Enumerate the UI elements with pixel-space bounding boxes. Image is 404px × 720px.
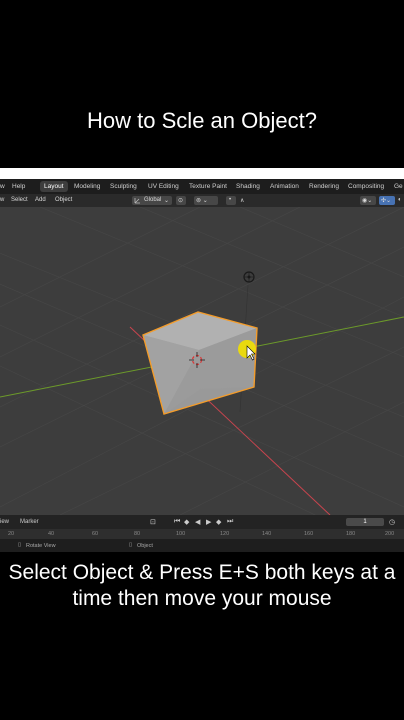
video-title: How to Scle an Object? — [87, 108, 317, 133]
ruler-tick: 80 — [134, 531, 141, 537]
ruler-tick: 180 — [346, 531, 356, 537]
pivot-icon: ⊙ — [178, 198, 184, 204]
ruler-tick: 120 — [220, 531, 230, 537]
keyframe-next-icon[interactable]: ◆ — [216, 518, 221, 526]
title-band: How to Scle an Object? — [0, 0, 404, 168]
tab-rendering[interactable]: Rendering — [309, 183, 339, 190]
menu-view[interactable]: w — [0, 197, 4, 203]
tab-sculpting[interactable]: Sculpting — [110, 183, 137, 190]
overlay-icon[interactable]: ◐ — [398, 197, 402, 203]
proportional-button[interactable]: • — [226, 196, 236, 205]
tab-uv-editing[interactable]: UV Editing — [148, 183, 179, 190]
tab-layout[interactable]: Layout — [40, 181, 68, 192]
gizmo-icon: ✣⌄ — [381, 198, 392, 204]
dot-icon: • — [229, 197, 232, 203]
tab-shading[interactable]: Shading — [236, 183, 260, 190]
orientation-dropdown[interactable]: Global ⌄ — [132, 196, 172, 205]
ruler-tick: 140 — [262, 531, 272, 537]
menu-window[interactable]: w — [0, 183, 5, 190]
top-bar: w Help Layout Modeling Sculpting UV Edit… — [0, 179, 404, 194]
magnet-icon: ⊚ ⌄ — [196, 198, 208, 204]
selected-cube[interactable] — [142, 311, 258, 415]
ruler-tick: 20 — [8, 531, 15, 537]
viewport-canvas[interactable] — [0, 206, 404, 552]
ruler-tick: 40 — [48, 531, 55, 537]
pivot-button[interactable]: ⊙ — [176, 196, 186, 205]
current-frame-field[interactable]: 1 — [346, 518, 384, 526]
orientation-label: Global — [144, 197, 162, 203]
divider — [0, 168, 404, 179]
chevron-down-icon: ⌄ — [164, 198, 170, 204]
play-icon[interactable]: ▶ — [206, 518, 211, 526]
mouse-middle-icon: ▯ — [18, 542, 22, 548]
ruler-tick: 100 — [176, 531, 186, 537]
menu-select[interactable]: Select — [11, 197, 28, 203]
tab-animation[interactable]: Animation — [270, 183, 299, 190]
viewport-header: w Select Add Object Global ⌄ ⊙ ⊚ ⌄ • ∧ ◉… — [0, 194, 404, 207]
hint-rotate-view: Rotate View — [26, 543, 56, 549]
ruler-tick: 60 — [92, 531, 99, 537]
jump-start-icon[interactable]: ⏮ — [174, 518, 180, 526]
reverse-play-icon[interactable]: ◀ — [195, 518, 200, 526]
axes-icon — [134, 198, 140, 204]
jump-end-icon[interactable]: ⏭ — [227, 518, 233, 526]
tab-geometry[interactable]: Ge — [394, 183, 403, 190]
ruler-tick: 160 — [304, 531, 314, 537]
ruler-tick: 200 — [385, 531, 395, 537]
status-bar: ▯ Rotate View ▯ Object — [0, 539, 404, 552]
falloff-icon[interactable]: ∧ — [240, 197, 244, 204]
keyframe-prev-icon[interactable]: ◆ — [184, 518, 189, 526]
timeline-ruler[interactable]: 20 40 60 80 100 120 140 160 180 200 — [0, 529, 404, 539]
snap-button[interactable]: ⊚ ⌄ — [194, 196, 218, 205]
viewport-3d[interactable] — [0, 206, 404, 552]
timeline-header: iew Marker ⊡ ⏮ ◆ ◀ ▶ ◆ ⏭ 1 ◷ — [0, 515, 404, 529]
tab-compositing[interactable]: Compositing — [348, 183, 384, 190]
clock-icon[interactable]: ◷ — [389, 518, 395, 526]
menu-object[interactable]: Object — [55, 197, 72, 203]
timeline-menu-view[interactable]: iew — [0, 519, 9, 525]
mouse-right-icon: ▯ — [129, 542, 133, 548]
menu-help[interactable]: Help — [12, 183, 25, 190]
camera-icon[interactable] — [243, 271, 255, 283]
stopwatch-icon[interactable]: ⊡ — [150, 518, 156, 526]
tab-modeling[interactable]: Modeling — [74, 183, 100, 190]
menu-add[interactable]: Add — [35, 197, 46, 203]
caption-text: Select Object & Press E+S both keys at a… — [8, 561, 396, 610]
gizmo-button[interactable]: ✣⌄ — [379, 196, 395, 205]
caption-band: Select Object & Press E+S both keys at a… — [0, 552, 404, 720]
timeline-menu-marker[interactable]: Marker — [20, 519, 39, 525]
blender-window: w Help Layout Modeling Sculpting UV Edit… — [0, 179, 404, 552]
visibility-button[interactable]: ◉⌄ — [360, 196, 376, 205]
tab-texture-paint[interactable]: Texture Paint — [189, 183, 227, 190]
eye-icon: ◉⌄ — [362, 198, 373, 204]
hint-object: Object — [137, 543, 153, 549]
